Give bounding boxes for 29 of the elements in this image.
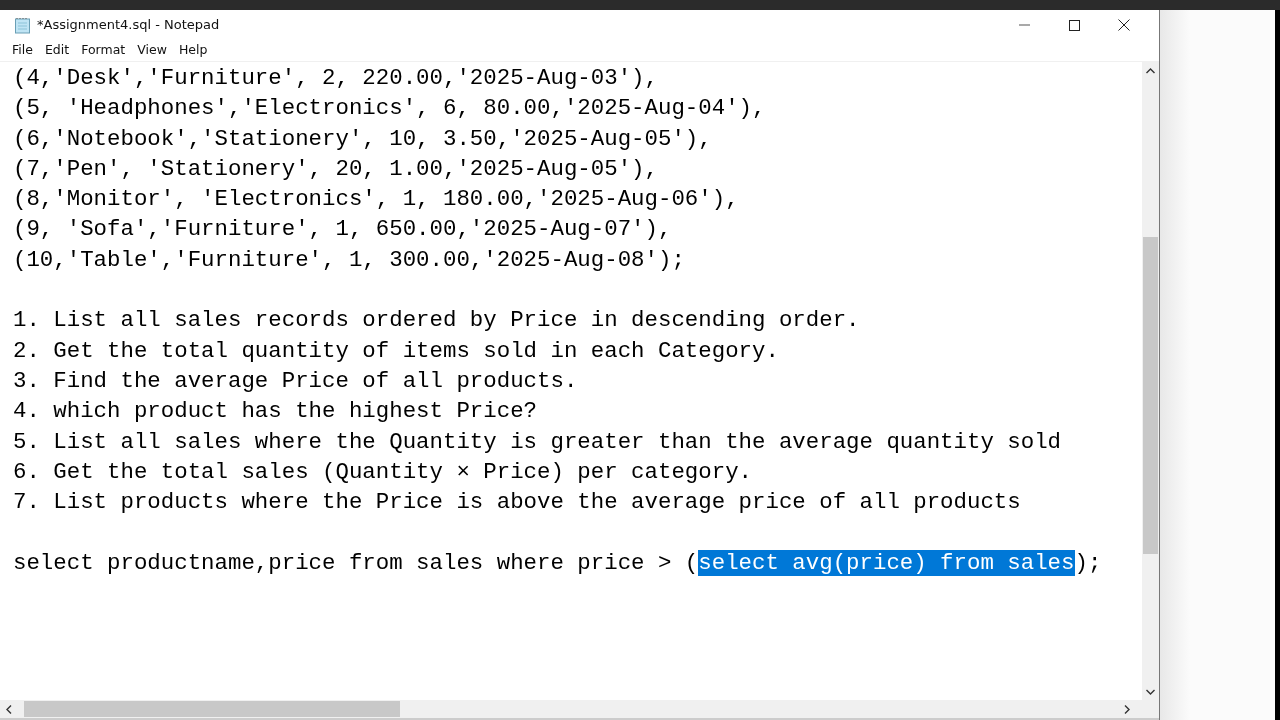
scrollbar-thumb[interactable] [1143, 237, 1158, 554]
text-line: 5. List all sales where the Quantity is greater than the average quantity sold [13, 427, 1063, 457]
window-title: *Assignment4.sql - Notepad [37, 16, 220, 35]
text-line: 1. List all sales records ordered by Price in descending order. [13, 306, 861, 336]
selected-text: select avg(price) from sales [698, 549, 1075, 576]
menu-item[interactable]: Format [75, 41, 132, 60]
text-line: (8,'Monitor', 'Electronics', 1, 180.00,'2025-Aug-06'), [13, 185, 740, 215]
text-line: (4,'Desk','Furniture', 2, 220.00,'2025-Aug-03'), [13, 64, 659, 93]
text-line: 7. List products where the Price is above the average price of all products [13, 488, 1022, 518]
text-line: 2. Get the total quantity of items sold in each Category. [13, 336, 780, 366]
code-text: ); [1074, 549, 1102, 576]
maximize-icon [1068, 19, 1080, 31]
text-line: 3. Find the average Price of all products. [13, 366, 579, 396]
text-line: (10,'Table','Furniture', 1, 300.00,'2025-Aug-08'); [13, 245, 686, 275]
text-line: 6. Get the total sales (Quantity × Price) per category. [13, 457, 753, 487]
code-text: select productname,price from sales where price > ( [13, 549, 699, 576]
text-line: (6,'Notebook','Stationery', 10, 3.50,'2025-Aug-05'), [13, 124, 713, 154]
menu-item[interactable]: File [6, 41, 39, 60]
text-line: (9, 'Sofa','Furniture', 1, 650.00,'2025-Aug-07'), [13, 215, 673, 245]
scrollbar-thumb[interactable] [24, 701, 400, 717]
text-line: (7,'Pen', 'Stationery', 20, 1.00,'2025-Aug-05'), [13, 154, 659, 184]
minimize-icon [1018, 24, 1030, 26]
text-line: 4. which product has the highest Price? [13, 397, 539, 427]
notepad-icon [14, 16, 31, 34]
menu-item[interactable]: Edit [38, 41, 76, 60]
menu-item[interactable]: Help [172, 41, 214, 60]
close-icon [1118, 19, 1130, 31]
text-line: (5, 'Headphones','Electronics', 6, 80.00,'2025-Aug-04'), [13, 94, 767, 124]
menu-item[interactable]: View [131, 41, 173, 60]
